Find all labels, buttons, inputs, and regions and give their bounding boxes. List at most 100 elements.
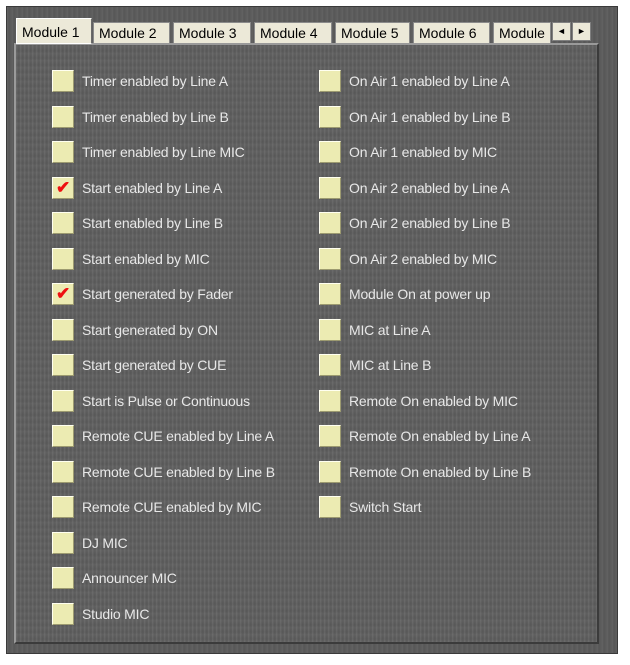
option-label: Module On at power up	[349, 286, 491, 302]
option-row[interactable]: On Air 2 enabled by MIC	[319, 245, 497, 273]
option-checkbox[interactable]	[52, 602, 74, 625]
option-label: Remote On enabled by Line A	[349, 428, 531, 444]
option-row[interactable]: On Air 2 enabled by Line B	[319, 209, 511, 237]
option-row[interactable]: Remote On enabled by Line B	[319, 458, 531, 486]
option-row[interactable]: Studio MIC	[52, 600, 149, 628]
option-label: DJ MIC	[82, 534, 128, 551]
option-row[interactable]: Remote On enabled by MIC	[319, 387, 518, 415]
option-checkbox[interactable]	[52, 70, 74, 92]
tab-module-3[interactable]: Module 3	[173, 22, 251, 43]
option-row[interactable]: On Air 2 enabled by Line A	[319, 174, 510, 202]
option-label: MIC at Line A	[349, 321, 431, 338]
option-checkbox[interactable]	[319, 212, 341, 234]
option-checkbox[interactable]	[319, 389, 341, 412]
option-checkbox[interactable]	[319, 141, 341, 163]
option-label: Timer enabled by Line B	[82, 108, 229, 125]
option-label: Start generated by CUE	[82, 357, 227, 373]
option-label: Timer enabled by Line A	[82, 73, 228, 89]
option-row[interactable]: DJ MIC	[52, 529, 128, 557]
tab-module-7[interactable]: Module	[493, 22, 551, 43]
tab-module-2[interactable]: Module 2	[93, 22, 170, 43]
option-row[interactable]: Start is Pulse or Continuous	[52, 387, 250, 415]
option-row[interactable]: ✔ Start generated by Fader	[52, 280, 233, 308]
tab-scroll-right-button[interactable]: ►	[572, 22, 591, 41]
tab-module-1[interactable]: Module 1	[16, 18, 92, 44]
option-checkbox[interactable]: ✔	[52, 176, 74, 199]
option-row[interactable]: Start enabled by Line B	[52, 209, 223, 237]
option-label: Start is Pulse or Continuous	[82, 392, 250, 409]
option-checkbox[interactable]	[319, 318, 341, 341]
option-checkbox[interactable]	[319, 496, 341, 518]
option-checkbox[interactable]	[319, 425, 341, 447]
option-label: On Air 1 enabled by Line A	[349, 73, 510, 89]
tab-module-5[interactable]: Module 5	[335, 22, 410, 43]
option-checkbox[interactable]	[319, 247, 341, 270]
option-label: On Air 2 enabled by Line A	[349, 179, 510, 196]
checkmark-icon: ✔	[56, 284, 71, 303]
option-label: Announcer MIC	[82, 570, 177, 586]
option-label: Start generated by Fader	[82, 286, 233, 302]
option-row[interactable]: Announcer MIC	[52, 564, 177, 592]
arrow-left-icon: ◄	[557, 26, 566, 36]
option-label: On Air 1 enabled by Line B	[349, 108, 511, 125]
option-row[interactable]: Timer enabled by Line B	[52, 103, 229, 131]
option-label: Start enabled by Line B	[82, 215, 223, 231]
option-checkbox[interactable]	[52, 567, 74, 589]
option-checkbox[interactable]	[319, 283, 341, 305]
option-label: Start generated by ON	[82, 321, 218, 338]
option-row[interactable]: Start enabled by MIC	[52, 245, 210, 273]
option-checkbox[interactable]	[52, 318, 74, 341]
option-row[interactable]: On Air 1 enabled by MIC	[319, 138, 497, 166]
option-checkbox[interactable]	[319, 105, 341, 128]
option-checkbox[interactable]	[52, 389, 74, 412]
checkmark-icon: ✔	[56, 177, 71, 197]
options-panel: Timer enabled by Line A Timer enabled by …	[14, 43, 599, 644]
option-row[interactable]: Remote CUE enabled by MIC	[52, 493, 262, 521]
option-checkbox[interactable]	[319, 354, 341, 376]
module-tabstrip: Module 1 Module 2 Module 3 Module 4 Modu…	[16, 18, 606, 44]
option-row[interactable]: On Air 1 enabled by Line A	[319, 67, 510, 95]
option-checkbox[interactable]	[52, 212, 74, 234]
option-row[interactable]: Switch Start	[319, 493, 421, 521]
tab-module-6[interactable]: Module 6	[413, 22, 490, 43]
option-label: Remote On enabled by Line B	[349, 463, 532, 480]
option-checkbox[interactable]	[52, 531, 74, 554]
option-row[interactable]: On Air 1 enabled by Line B	[319, 103, 511, 131]
option-label: On Air 2 enabled by MIC	[349, 250, 497, 267]
option-row[interactable]: Timer enabled by Line MIC	[52, 138, 245, 166]
option-row[interactable]: ✔ Start enabled by Line A	[52, 174, 222, 202]
option-checkbox[interactable]	[319, 70, 341, 92]
option-label: On Air 2 enabled by Line B	[349, 215, 511, 231]
option-checkbox[interactable]	[52, 247, 74, 270]
option-row[interactable]: MIC at Line B	[319, 351, 431, 379]
tab-scroll-left-button[interactable]: ◄	[552, 22, 571, 41]
arrow-right-icon: ►	[577, 26, 586, 36]
option-checkbox[interactable]	[52, 496, 74, 518]
option-label: Remote On enabled by MIC	[349, 392, 518, 409]
option-row[interactable]: Timer enabled by Line A	[52, 67, 228, 95]
option-checkbox[interactable]	[52, 460, 74, 483]
option-label: Remote CUE enabled by MIC	[82, 499, 262, 515]
tab-module-4[interactable]: Module 4	[254, 22, 332, 43]
option-checkbox[interactable]	[52, 105, 74, 128]
option-label: Start enabled by Line A	[82, 179, 223, 196]
option-row[interactable]: Remote CUE enabled by Line A	[52, 422, 274, 450]
option-label: Timer enabled by Line MIC	[82, 144, 245, 160]
option-checkbox[interactable]	[52, 354, 74, 376]
option-row[interactable]: Module On at power up	[319, 280, 491, 308]
option-label: Studio MIC	[82, 605, 150, 622]
option-label: Start enabled by MIC	[82, 250, 210, 267]
option-label: On Air 1 enabled by MIC	[349, 144, 497, 160]
option-label: MIC at Line B	[349, 357, 432, 373]
option-row[interactable]: Remote On enabled by Line A	[319, 422, 531, 450]
option-checkbox[interactable]: ✔	[52, 283, 74, 305]
option-checkbox[interactable]	[319, 460, 341, 483]
option-checkbox[interactable]	[52, 141, 74, 163]
option-row[interactable]: Start generated by CUE	[52, 351, 226, 379]
option-row[interactable]: MIC at Line A	[319, 316, 431, 344]
option-row[interactable]: Start generated by ON	[52, 316, 218, 344]
option-checkbox[interactable]	[319, 176, 341, 199]
option-row[interactable]: Remote CUE enabled by Line B	[52, 458, 275, 486]
option-label: Switch Start	[349, 499, 422, 515]
option-checkbox[interactable]	[52, 425, 74, 447]
